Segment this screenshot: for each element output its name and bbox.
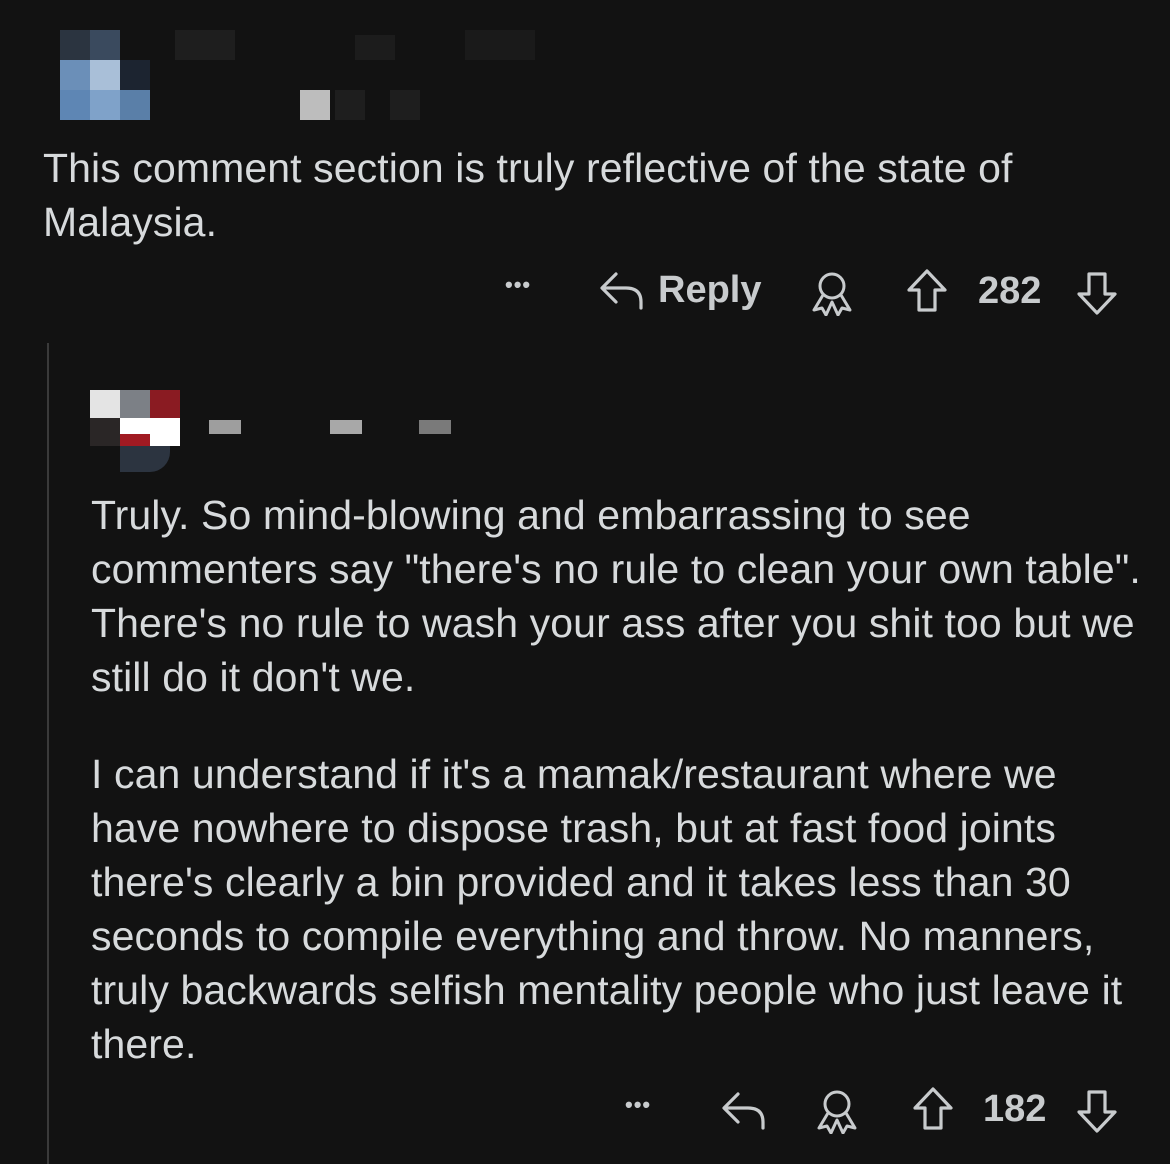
more-options-button[interactable]: ••• [505,272,531,298]
more-options-label: ••• [625,1092,652,1117]
upvote-button[interactable] [911,1086,955,1132]
award-button[interactable] [808,270,856,316]
comment-1-body: This comment section is truly reflective… [43,141,1133,249]
more-options-button[interactable]: ••• [625,1092,651,1118]
downvote-icon [1077,1090,1117,1133]
award-icon [812,272,852,316]
upvote-button[interactable] [905,268,949,314]
reply-icon [600,272,643,310]
username[interactable] [165,30,545,120]
downvote-icon [1077,272,1117,315]
username[interactable] [205,415,465,445]
reply-label: Reply [658,268,762,311]
comment-paragraph: I can understand if it's a mamak/restaur… [91,751,1123,1067]
vote-score: 182 [983,1088,1047,1130]
comment-text: This comment section is truly reflective… [43,145,1013,245]
downvote-button[interactable] [1075,270,1119,316]
comment-2-actions: ••• 182 [615,1078,1145,1138]
thread-line[interactable] [47,343,49,1164]
upvote-icon [913,1087,953,1130]
avatar[interactable] [90,390,180,472]
reply-icon [722,1092,765,1130]
award-button[interactable] [813,1088,861,1134]
downvote-button[interactable] [1075,1088,1119,1134]
vote-score: 282 [978,270,1042,312]
upvote-icon [907,269,947,312]
reply-button[interactable] [720,1088,768,1132]
comment-paragraph: Truly. So mind-blowing and embarrassing … [91,492,1141,700]
comment-2-body: Truly. So mind-blowing and embarrassing … [91,488,1151,1071]
reply-button[interactable]: Reply [598,268,761,312]
avatar[interactable] [60,30,150,120]
more-options-label: ••• [505,272,532,297]
award-icon [817,1090,857,1134]
comment-1-actions: ••• Reply 282 [500,260,1140,320]
